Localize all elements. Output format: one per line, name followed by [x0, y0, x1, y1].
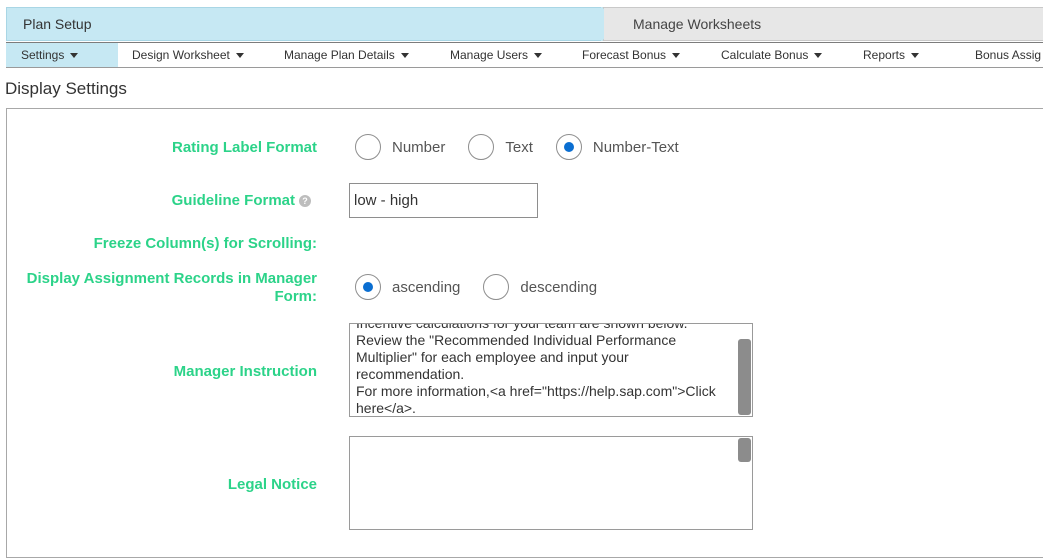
menu-label: Manage Users	[450, 48, 529, 62]
manager-instruction-text: Incentive calculations for your team are…	[356, 323, 716, 416]
menu-settings[interactable]: Settings	[6, 43, 118, 67]
chevron-down-icon	[70, 53, 79, 59]
chevron-down-icon	[814, 53, 823, 59]
menu-label: Manage Plan Details	[284, 48, 395, 62]
radio-text[interactable]: Text	[468, 134, 533, 160]
chevron-down-icon	[534, 53, 543, 59]
menu-forecast-bonus[interactable]: Forecast Bonus	[582, 43, 681, 67]
radio-selected-dot	[563, 142, 574, 152]
chevron-down-icon	[235, 53, 244, 59]
legal-notice-label: Legal Notice	[227, 476, 317, 493]
radio-circle[interactable]	[355, 134, 381, 160]
display-assignment-label-line1: Display Assignment Records in Manager	[26, 270, 317, 287]
radio-label: Number-Text	[592, 138, 679, 156]
question-circle-icon[interactable]: ?	[299, 195, 311, 208]
manager-instruction-textarea[interactable]: Incentive calculations for your team are…	[349, 323, 753, 417]
breadcrumb-plan-setup[interactable]: Plan Setup	[6, 7, 602, 41]
radio-selected-dot	[363, 282, 373, 292]
menu-label: Calculate Bonus	[721, 48, 809, 62]
menu-label: Forecast Bonus	[582, 48, 667, 62]
menu-design-worksheet[interactable]: Design Worksheet	[132, 43, 244, 67]
freeze-columns-label: Freeze Column(s) for Scrolling:	[93, 235, 317, 252]
guideline-format-label: Guideline Format?	[172, 192, 311, 210]
menu-label: Design Worksheet	[132, 48, 230, 62]
menu-calculate-bonus[interactable]: Calculate Bonus	[721, 43, 823, 67]
menu-manage-plan-details[interactable]: Manage Plan Details	[284, 43, 409, 67]
guideline-format-input[interactable]	[349, 183, 538, 218]
radio-descending[interactable]: descending	[483, 274, 597, 300]
radio-number[interactable]: Number	[355, 134, 445, 160]
manager-instruction-label: Manager Instruction	[173, 363, 317, 380]
breadcrumb: Plan Setup Manage Worksheets	[0, 0, 1043, 41]
menu-label: Reports	[863, 48, 906, 62]
radio-ascending[interactable]: ascending	[355, 274, 460, 300]
chevron-down-icon	[672, 53, 681, 59]
manager-instruction-scrollbar[interactable]	[738, 339, 751, 415]
rating-label-format-label: Rating Label Format	[171, 139, 317, 156]
guideline-format-label-text: Guideline Format	[171, 192, 295, 209]
radio-circle[interactable]	[483, 274, 510, 300]
radio-circle[interactable]	[468, 134, 495, 160]
radio-label: descending	[520, 278, 598, 296]
display-assignment-radio-group: ascending descending	[355, 274, 597, 300]
radio-label: Text	[505, 138, 533, 156]
radio-label: Number	[392, 138, 446, 156]
chevron-down-icon	[400, 53, 409, 59]
menu-manage-users[interactable]: Manage Users	[450, 43, 543, 67]
radio-circle[interactable]	[555, 134, 582, 160]
radio-label: ascending	[392, 278, 461, 296]
display-assignment-label: Display Assignment Records in Manager Fo…	[27, 270, 317, 306]
legal-notice-textarea[interactable]	[349, 436, 753, 530]
radio-number-text[interactable]: Number-Text	[555, 134, 679, 160]
menu-reports[interactable]: Reports	[863, 43, 920, 67]
legal-notice-scrollbar[interactable]	[738, 438, 751, 462]
menu-label: Settings	[21, 48, 65, 62]
chevron-down-icon	[911, 53, 920, 59]
menu-label: Bonus Assig	[975, 48, 1042, 62]
display-assignment-label-line2: Form:	[274, 288, 318, 305]
page-title: Display Settings	[5, 79, 127, 98]
breadcrumb-manage-worksheets[interactable]: Manage Worksheets	[604, 7, 1043, 41]
radio-circle[interactable]	[355, 274, 381, 300]
rating-label-format-radio-group: Number Text Number-Text	[355, 134, 679, 160]
menu-bonus-assignment[interactable]: Bonus Assig	[975, 43, 1041, 67]
menu-bar: Settings Design Worksheet Manage Plan De…	[6, 42, 1043, 68]
